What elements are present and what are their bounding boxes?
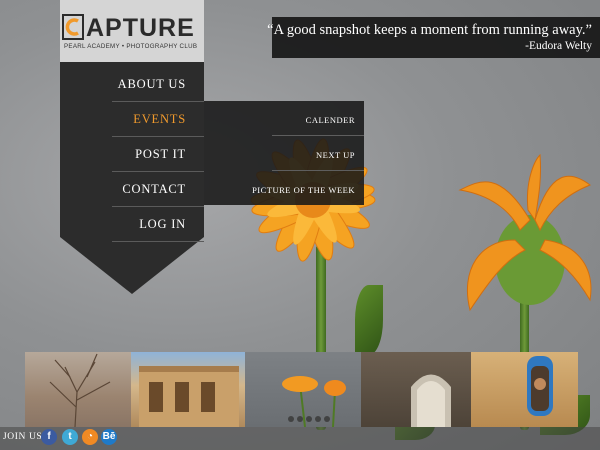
slider-dot[interactable] [324,416,330,422]
site-logo[interactable]: APTURE PEARL ACADEMY • PHOTOGRAPHY CLUB [60,0,204,62]
thumbnail-stone-archway[interactable] [361,352,471,427]
quote-banner: “A good snapshot keeps a moment from run… [267,17,600,58]
slider-pagination [288,416,330,422]
capture-c-icon [62,14,84,40]
nav-item-about-us[interactable]: ABOUT US [112,67,204,102]
behance-icon[interactable]: Bē [101,429,117,445]
submenu-item-next-up[interactable]: NEXT UP [272,136,364,171]
nav-item-contact[interactable]: CONTACT [112,172,204,207]
join-us-label: JOIN US [3,432,43,442]
orange-bud-image [458,153,592,312]
nav-item-events[interactable]: EVENTS [112,102,204,137]
stone-archway-image [411,374,451,427]
thumbnail-blue-window-child[interactable] [471,352,578,427]
thumbnail-stone-temple[interactable] [131,352,245,427]
dry-branches-image [49,353,111,427]
blue-window-image [527,356,553,416]
nav-item-log-in[interactable]: LOG IN [112,207,204,242]
slider-dot[interactable] [297,416,303,422]
logo-subtitle: PEARL ACADEMY • PHOTOGRAPHY CLUB [64,43,198,50]
events-submenu: CALENDER NEXT UP PICTURE OF THE WEEK [204,101,364,205]
logo-wordmark: APTURE [86,14,195,42]
stone-temple-image [139,366,239,427]
thumbnail-dry-branches[interactable] [25,352,131,427]
slider-dot[interactable] [315,416,321,422]
submenu-item-picture-of-the-week[interactable]: PICTURE OF THE WEEK [204,171,364,205]
main-navigation: ABOUT US EVENTS POST IT CONTACT LOG IN [60,62,204,294]
footer-bar: JOIN US f t ◔ Bē [0,427,600,450]
facebook-icon[interactable]: f [41,429,57,445]
rss-icon[interactable]: ◔ [82,429,98,445]
slider-dot[interactable] [288,416,294,422]
quote-text: “A good snapshot keeps a moment from run… [267,22,592,38]
submenu-item-calender[interactable]: CALENDER [272,101,364,136]
slider-dot[interactable] [306,416,312,422]
nav-item-post-it[interactable]: POST IT [112,137,204,172]
quote-author: -Eudora Welty [525,40,592,52]
twitter-icon[interactable]: t [62,429,78,445]
